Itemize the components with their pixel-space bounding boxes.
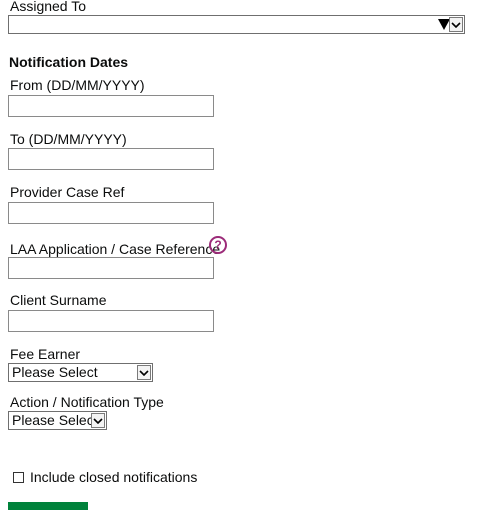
- fee-earner-label: Fee Earner: [10, 346, 81, 362]
- from-date-input[interactable]: [8, 95, 214, 117]
- help-icon[interactable]: ?: [209, 236, 227, 254]
- include-closed-label: Include closed notifications: [30, 469, 198, 485]
- to-date-input[interactable]: [8, 148, 214, 170]
- chevron-down-icon[interactable]: [91, 413, 105, 428]
- to-date-label: To (DD/MM/YYYY): [10, 131, 127, 147]
- chevron-down-icon[interactable]: [137, 365, 151, 380]
- fee-earner-select[interactable]: Please Select: [8, 363, 153, 382]
- fee-earner-selected: Please Select: [12, 364, 98, 380]
- notification-dates-heading: Notification Dates: [9, 54, 129, 70]
- include-closed-checkbox[interactable]: [13, 472, 24, 483]
- search-button[interactable]: [8, 502, 88, 510]
- laa-reference-label: LAA Application / Case Reference: [10, 241, 221, 257]
- provider-case-ref-label: Provider Case Ref: [10, 184, 125, 200]
- laa-reference-input[interactable]: [8, 257, 214, 279]
- client-surname-input[interactable]: [8, 310, 214, 332]
- provider-case-ref-input[interactable]: [8, 202, 214, 224]
- from-date-label: From (DD/MM/YYYY): [10, 77, 145, 93]
- action-type-select[interactable]: Please Select: [8, 411, 107, 430]
- assigned-to-label: Assigned To: [10, 0, 87, 14]
- action-type-label: Action / Notification Type: [10, 394, 164, 410]
- client-surname-label: Client Surname: [10, 292, 107, 308]
- chevron-down-icon[interactable]: [449, 17, 463, 32]
- action-type-selected: Please Select: [12, 412, 98, 428]
- assigned-to-select[interactable]: [8, 15, 465, 34]
